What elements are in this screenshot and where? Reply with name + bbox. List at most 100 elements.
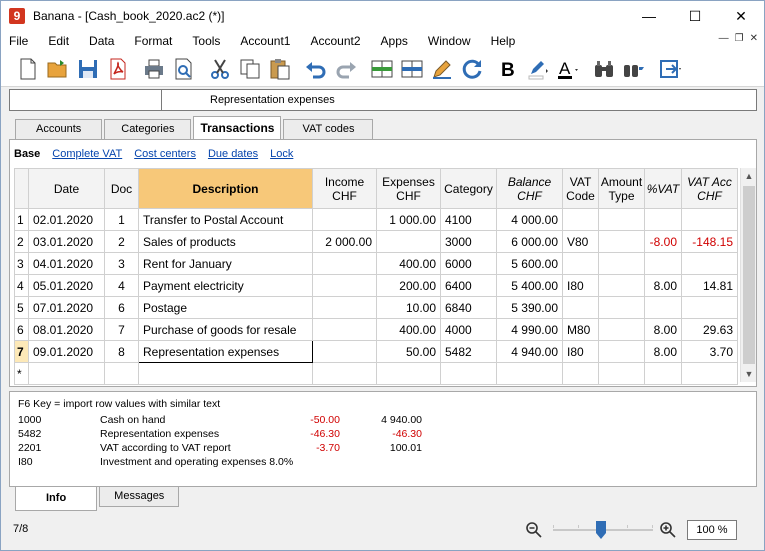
row-number[interactable]: 5 [14,296,29,319]
cell-amount-type[interactable] [598,340,645,363]
menu-tools[interactable]: Tools [182,31,230,51]
tab-vat-codes[interactable]: VAT codes [283,119,374,139]
cell-expenses[interactable]: 200.00 [376,274,441,297]
cell-amount-type[interactable] [598,230,645,253]
view-cost-centers[interactable]: Cost centers [134,148,196,160]
row-number[interactable]: 4 [14,274,29,297]
print-preview-icon[interactable] [169,54,199,84]
close-button[interactable]: ✕ [718,1,764,31]
cell-income[interactable] [312,362,377,385]
cell-doc[interactable] [104,362,139,385]
cell-vat-acc[interactable]: -148.15 [681,230,738,253]
menu-window[interactable]: Window [418,31,481,51]
cell-amount-type[interactable] [598,296,645,319]
redo-icon[interactable] [331,54,361,84]
new-file-icon[interactable] [13,54,43,84]
cell-amount-type[interactable] [598,252,645,275]
cell-doc[interactable]: 8 [104,340,139,363]
row-number[interactable]: 1 [14,208,29,231]
cell-income[interactable] [312,252,377,275]
insert-row-icon[interactable] [367,54,397,84]
col-header-vat-code[interactable]: VAT Code [562,168,599,209]
scroll-up-icon[interactable]: ▲ [741,168,757,184]
open-folder-icon[interactable] [43,54,73,84]
replace-icon[interactable] [619,54,649,84]
zoom-level-field[interactable]: 100 % [687,520,737,540]
cell-date[interactable] [28,362,105,385]
tab-categories[interactable]: Categories [104,119,192,139]
col-header-income[interactable]: Income CHF [312,168,377,209]
cell-pct-vat[interactable]: -8.00 [644,230,682,253]
cell-vat-code[interactable]: V80 [562,230,599,253]
cell-expenses[interactable]: 10.00 [376,296,441,319]
cell-date[interactable]: 02.01.2020 [28,208,105,231]
row-number[interactable]: 7 [14,340,29,363]
cell-description[interactable] [138,362,313,385]
vertical-scrollbar[interactable]: ▲ ▼ [740,168,756,382]
undo-icon[interactable] [301,54,331,84]
cell-vat-acc[interactable]: 14.81 [681,274,738,297]
cell-format-icon[interactable] [655,54,685,84]
cell-vat-code[interactable]: M80 [562,318,599,341]
table-row[interactable]: 4 05.01.2020 4 Payment electricity 200.00 640… [14,274,738,297]
bold-icon[interactable]: B [493,54,523,84]
table-row[interactable]: 5 07.01.2020 6 Postage 10.00 6840 5 390.00 [14,296,738,319]
cell-date[interactable]: 08.01.2020 [28,318,105,341]
minimize-button[interactable]: — [626,1,672,31]
recheck-icon[interactable] [457,54,487,84]
menu-help[interactable]: Help [481,31,526,51]
cell-doc[interactable]: 4 [104,274,139,297]
cell-amount-type[interactable] [598,318,645,341]
cell-description[interactable]: Purchase of goods for resale [138,318,313,341]
cell-pct-vat[interactable] [644,296,682,319]
menu-edit[interactable]: Edit [38,31,79,51]
cell-balance[interactable]: 5 400.00 [496,274,563,297]
font-color-icon[interactable]: A [553,54,583,84]
cell-category[interactable]: 5482 [440,340,497,363]
view-base[interactable]: Base [14,148,40,160]
cell-income[interactable] [312,208,377,231]
cut-icon[interactable] [205,54,235,84]
cell-pct-vat[interactable] [644,208,682,231]
cell-balance[interactable] [496,362,563,385]
col-header-category[interactable]: Category [440,168,497,209]
cell-pct-vat[interactable]: 8.00 [644,318,682,341]
cell-expenses[interactable]: 400.00 [376,252,441,275]
cell-category[interactable]: 6840 [440,296,497,319]
cell-category[interactable] [440,362,497,385]
maximize-button[interactable]: ☐ [672,1,718,31]
view-lock[interactable]: Lock [270,148,293,160]
cell-category[interactable]: 6000 [440,252,497,275]
cell-amount-type[interactable] [598,208,645,231]
cell-vat-code[interactable] [562,208,599,231]
tab-transactions[interactable]: Transactions [193,116,282,139]
cell-income[interactable]: 2 000.00 [312,230,377,253]
cell-pct-vat[interactable] [644,252,682,275]
table-row[interactable]: 1 02.01.2020 1 Transfer to Postal Account 1 … [14,208,738,231]
cell-date[interactable]: 07.01.2020 [28,296,105,319]
cell-balance[interactable]: 4 990.00 [496,318,563,341]
row-number[interactable]: * [14,362,29,385]
view-complete-vat[interactable]: Complete VAT [52,148,122,160]
col-header-vat-acc[interactable]: VAT Acc CHF [681,168,738,209]
cell-vat-acc[interactable]: 29.63 [681,318,738,341]
table-row[interactable]: * [14,362,738,385]
cell-doc[interactable]: 7 [104,318,139,341]
zoom-out-icon[interactable] [525,521,543,539]
cell-description[interactable]: Sales of products [138,230,313,253]
cell-vat-acc[interactable] [681,208,738,231]
save-icon[interactable] [73,54,103,84]
cell-doc[interactable]: 6 [104,296,139,319]
cell-vat-code[interactable] [562,296,599,319]
pdf-icon[interactable] [103,54,133,84]
cell-date[interactable]: 09.01.2020 [28,340,105,363]
col-header-amount-type[interactable]: Amount Type [598,168,645,209]
table-row[interactable]: 7 09.01.2020 8 Representation expenses 50.00… [14,340,738,363]
cell-balance[interactable]: 4 000.00 [496,208,563,231]
cell-category[interactable]: 4100 [440,208,497,231]
cell-balance[interactable]: 6 000.00 [496,230,563,253]
cell-description[interactable]: Payment electricity [138,274,313,297]
zoom-slider-thumb[interactable] [596,521,606,539]
col-header-pct-vat[interactable]: %VAT [644,168,682,209]
cell-expenses[interactable] [376,362,441,385]
